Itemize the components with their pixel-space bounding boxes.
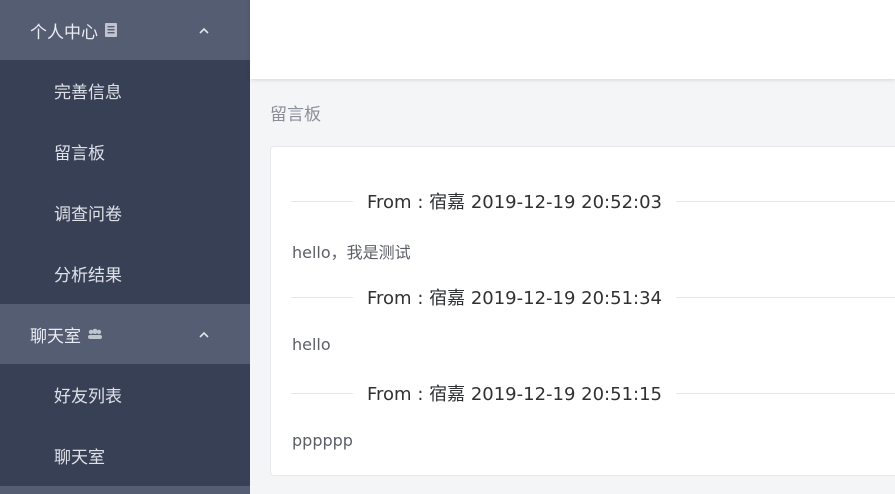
message-header: From : 宿嘉 2019-12-19 20:51:34 [367, 288, 662, 309]
divider-line [291, 296, 353, 298]
message-divider: From : 宿嘉 2019-12-19 20:51:15 [291, 381, 895, 405]
divider-line [291, 392, 353, 394]
top-header [250, 0, 895, 79]
sidebar-item-label: 调查问卷 [54, 205, 122, 225]
sidebar-item-chat-room[interactable]: 聊天室 [0, 425, 250, 486]
message-header: From : 宿嘉 2019-12-19 20:51:15 [367, 384, 662, 405]
sidebar-item-label: 分析结果 [54, 266, 122, 286]
sidebar: 个人中心 完善信息 留言板 调查问卷 分析结果 聊天室 好友列表 聊天室 [0, 0, 250, 494]
group-icon [87, 328, 103, 340]
chevron-up-icon[interactable] [198, 22, 210, 42]
message-body: hello [292, 335, 331, 354]
menu-group-chat-room[interactable]: 聊天室 [0, 304, 250, 364]
message-board-card: From : 宿嘉 2019-12-19 20:52:03 hello，我是测试… [270, 146, 895, 476]
sidebar-item-analysis[interactable]: 分析结果 [0, 243, 250, 304]
sidebar-item-friend-list[interactable]: 好友列表 [0, 364, 250, 425]
message-body: pppppp [292, 431, 353, 450]
sidebar-item-complete-info[interactable]: 完善信息 [0, 60, 250, 121]
document-icon [104, 22, 118, 38]
sidebar-item-message-board[interactable]: 留言板 [0, 121, 250, 182]
divider-line [291, 200, 353, 202]
sidebar-next-group[interactable] [0, 486, 250, 494]
menu-group-label: 个人中心 [30, 22, 98, 43]
breadcrumb: 留言板 [270, 105, 321, 125]
sidebar-item-label: 完善信息 [54, 83, 122, 103]
menu-group-personal-center[interactable]: 个人中心 [0, 0, 250, 60]
sidebar-item-survey[interactable]: 调查问卷 [0, 182, 250, 243]
divider-line [676, 392, 895, 394]
message-body: hello，我是测试 [292, 243, 411, 262]
divider-line [676, 296, 895, 298]
message-header: From : 宿嘉 2019-12-19 20:52:03 [367, 192, 662, 213]
menu-group-label: 聊天室 [30, 326, 81, 347]
sidebar-item-label: 好友列表 [54, 387, 122, 407]
sidebar-item-label: 聊天室 [54, 448, 105, 468]
chevron-up-icon[interactable] [198, 326, 210, 346]
sidebar-item-label: 留言板 [54, 144, 105, 164]
message-divider: From : 宿嘉 2019-12-19 20:51:34 [291, 285, 895, 309]
divider-line [676, 200, 895, 202]
message-divider: From : 宿嘉 2019-12-19 20:52:03 [291, 189, 895, 213]
